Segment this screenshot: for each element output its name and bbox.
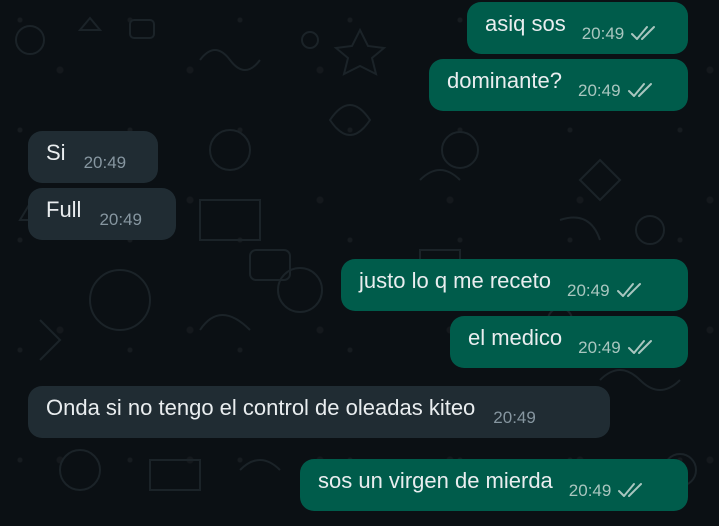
message-outgoing[interactable]: el medico 20:49: [450, 316, 688, 368]
message-text: Full: [46, 197, 82, 222]
double-check-icon: [618, 483, 643, 497]
message-time: 20:49: [581, 23, 625, 43]
double-check-icon: [616, 283, 641, 297]
chat-window[interactable]: asiq sos 20:49 dominante? 20:49 Si 20:49…: [0, 0, 719, 526]
message-meta: 20:49: [99, 211, 142, 228]
message-meta: 20:49: [578, 81, 657, 99]
message-time: 20:49: [578, 337, 621, 357]
message-outgoing[interactable]: dominante? 20:49: [429, 59, 688, 111]
message-text: Si: [46, 140, 66, 165]
message-text: justo lo q me receto: [359, 268, 551, 293]
message-meta: 20:49: [569, 481, 648, 499]
message-incoming[interactable]: Si 20:49: [28, 131, 158, 183]
message-text: el medico: [468, 325, 563, 350]
message-meta: 20:49: [84, 154, 127, 171]
message-meta: 20:49: [578, 338, 657, 356]
message-incoming[interactable]: Full 20:49: [28, 188, 176, 240]
message-time: 20:49: [99, 209, 142, 229]
message-meta: 20:49: [582, 24, 661, 42]
double-check-icon: [627, 83, 652, 97]
message-text: dominante?: [447, 68, 562, 93]
message-text: Onda si no tengo el control de oleadas k…: [46, 395, 476, 420]
message-time: 20:49: [83, 152, 127, 172]
message-outgoing[interactable]: sos un virgen de mierda 20:49: [300, 459, 688, 511]
message-text: sos un virgen de mierda: [318, 468, 553, 493]
message-text: asiq sos: [485, 11, 566, 36]
message-incoming[interactable]: Onda si no tengo el control de oleadas k…: [28, 386, 610, 438]
double-check-icon: [631, 26, 656, 40]
message-time: 20:49: [566, 280, 610, 300]
message-meta: 20:49: [567, 281, 646, 299]
message-outgoing[interactable]: asiq sos 20:49: [467, 2, 688, 54]
message-time: 20:49: [493, 407, 536, 427]
message-time: 20:49: [568, 480, 612, 500]
message-time: 20:49: [577, 80, 621, 100]
double-check-icon: [627, 340, 652, 354]
message-outgoing[interactable]: justo lo q me receto 20:49: [341, 259, 688, 311]
message-meta: 20:49: [493, 409, 536, 426]
